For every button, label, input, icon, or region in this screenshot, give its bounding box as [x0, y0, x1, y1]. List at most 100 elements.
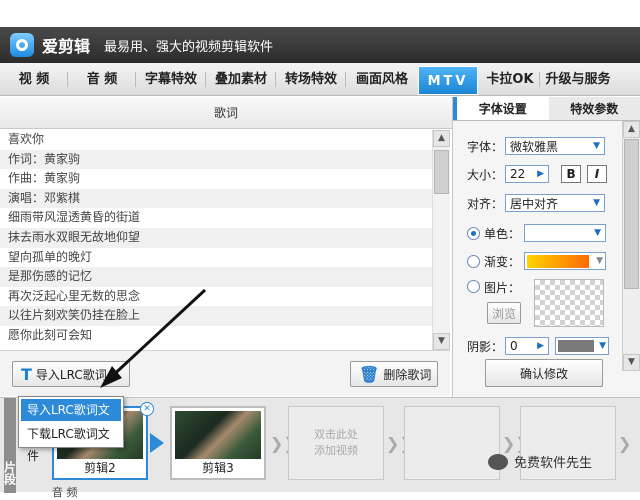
add-video-line1: 双击此处	[314, 428, 358, 441]
bold-button[interactable]: B	[561, 165, 581, 183]
size-value: 22	[510, 167, 525, 181]
import-lrc-label: 导入LRC歌词	[36, 366, 107, 383]
main-tab-bar: 视 频 音 频 字幕特效 叠加素材 转场特效 画面风格 MTV 卡拉OK 升级与…	[0, 63, 640, 96]
shadow-value: 0	[510, 339, 518, 353]
clip-card[interactable]: 剪辑3	[170, 406, 266, 480]
scroll-up-icon[interactable]: ▲	[433, 130, 450, 147]
tab-mtv[interactable]: MTV	[418, 66, 478, 95]
confirm-button[interactable]: 确认修改	[485, 359, 603, 387]
add-video-slot[interactable]: 双击此处添加视频	[288, 406, 384, 480]
title-bar: 爱剪辑 最易用、强大的视频剪辑软件	[0, 27, 640, 63]
gradient-radio[interactable]	[467, 255, 480, 268]
chevron-down-icon: ▼	[599, 341, 606, 351]
delete-lyrics-label: 删除歌词	[383, 366, 431, 383]
wechat-icon	[488, 454, 508, 470]
lyric-row[interactable]: 愿你此刻可会知	[0, 326, 432, 346]
align-value: 居中对齐	[510, 195, 558, 212]
shadow-label: 阴影：	[467, 338, 503, 355]
tab-effect-params[interactable]: 特效参数	[549, 97, 640, 120]
lyric-row[interactable]: 演唱：邓紫棋	[0, 189, 432, 209]
browse-button[interactable]: 浏览	[487, 302, 521, 324]
tab-subtitle-effects[interactable]: 字幕特效	[136, 63, 206, 96]
tab-audio[interactable]: 音 频	[68, 63, 136, 96]
watermark: 免费软件先生	[488, 452, 592, 471]
lyric-row[interactable]: 望向孤单的晚灯	[0, 248, 432, 268]
top-strip	[0, 0, 640, 27]
font-label: 字体：	[467, 138, 503, 155]
scroll-down-icon[interactable]: ▼	[433, 333, 450, 350]
size-label: 大小：	[467, 166, 503, 183]
italic-button[interactable]: I	[587, 165, 607, 183]
single-color-radio[interactable]	[467, 227, 480, 240]
tab-transition[interactable]: 转场特效	[276, 63, 346, 96]
shadow-color-swatch	[558, 340, 594, 352]
app-logo-icon	[10, 33, 34, 57]
lyrics-header: 歌词	[0, 97, 452, 129]
lyric-row[interactable]: 再次泛起心里无数的思念	[0, 287, 432, 307]
trash-icon: 🗑	[359, 365, 379, 384]
tab-video[interactable]: 视 频	[0, 63, 68, 96]
shadow-color-select[interactable]: ▼	[555, 337, 609, 355]
chevron-right-icon: ▶	[537, 341, 544, 351]
clips-side-label: 片段	[4, 398, 16, 493]
gradient-label: 渐变：	[484, 253, 520, 270]
lyric-row[interactable]: 细雨带风湿透黄昏的街道	[0, 208, 432, 228]
shadow-spinner[interactable]: 0 ▶	[505, 337, 549, 355]
tab-overlay[interactable]: 叠加素材	[206, 63, 276, 96]
chevron-down-icon: ▼	[594, 228, 601, 238]
chevron-down-icon: ▼	[593, 198, 600, 208]
single-color-label: 单色：	[484, 225, 520, 242]
font-value: 微软雅黑	[510, 138, 558, 155]
clip-name: 剪辑2	[54, 459, 146, 476]
lyric-row[interactable]: 以往片刻欢笑仍挂在脸上	[0, 306, 432, 326]
settings-scrollbar[interactable]: ▲ ▼	[622, 121, 640, 371]
arrow-right-icon	[150, 433, 164, 453]
text-t-icon: T	[21, 365, 32, 384]
lyric-row[interactable]: 作曲：黄家驹	[0, 169, 432, 189]
gradient-swatch	[527, 255, 589, 268]
chevron-down-icon: ▼	[593, 141, 600, 151]
add-video-line2: 添加视频	[314, 444, 358, 457]
close-icon[interactable]: ✕	[140, 402, 154, 416]
scroll-thumb[interactable]	[624, 139, 639, 289]
chevron-right-icon: ❯	[618, 434, 631, 453]
lrc-dropdown-menu: 导入LRC歌词文件 下载LRC歌词文件	[18, 396, 124, 448]
clip-name: 剪辑3	[172, 459, 264, 476]
font-select[interactable]: 微软雅黑 ▼	[505, 137, 605, 155]
delete-lyrics-button[interactable]: 🗑 删除歌词	[350, 361, 438, 387]
image-label: 图片：	[484, 279, 520, 296]
app-slogan: 最易用、强大的视频剪辑软件	[104, 36, 273, 55]
lyric-row[interactable]: 喜欢你	[0, 130, 432, 150]
lyric-row[interactable]: 是那伤感的记忆	[0, 267, 432, 287]
image-radio[interactable]	[467, 280, 480, 293]
scroll-up-icon[interactable]: ▲	[623, 121, 640, 138]
clip-thumbnail	[175, 411, 261, 459]
align-select[interactable]: 居中对齐 ▼	[505, 194, 605, 212]
clips-side-label-text: 片段	[2, 461, 19, 485]
settings-panel: 字体设置 特效参数 字体： 微软雅黑 ▼ 大小： 22 ▶ B I 对齐： 居中…	[452, 97, 640, 397]
lyric-row[interactable]: 抹去雨水双眼无故地仰望	[0, 228, 432, 248]
tab-upgrade-service[interactable]: 升级与服务	[540, 63, 616, 96]
import-lrc-button[interactable]: T 导入LRC歌词	[12, 361, 130, 387]
audio-track-label: 音 频	[52, 484, 78, 500]
lyrics-scrollbar[interactable]: ▲ ▼	[432, 130, 450, 350]
tab-karaoke[interactable]: 卡拉OK	[480, 63, 540, 96]
tab-picture-style[interactable]: 画面风格	[346, 63, 418, 96]
watermark-text: 免费软件先生	[514, 452, 592, 471]
lyric-row[interactable]: 作词：黄家驹	[0, 150, 432, 170]
settings-subtabs: 字体设置 特效参数	[453, 97, 640, 121]
chevron-down-icon: ▼	[596, 256, 603, 266]
empty-slot[interactable]	[404, 406, 500, 480]
gradient-select[interactable]: ▼	[524, 252, 606, 270]
menu-item-import-lrc[interactable]: 导入LRC歌词文件	[21, 399, 121, 421]
menu-item-download-lrc[interactable]: 下载LRC歌词文件	[21, 423, 121, 445]
image-preview[interactable]	[534, 279, 604, 327]
tab-font-settings[interactable]: 字体设置	[453, 97, 549, 120]
lyrics-list[interactable]: 喜欢你 作词：黄家驹 作曲：黄家驹 演唱：邓紫棋 细雨带风湿透黄昏的街道 抹去雨…	[0, 130, 432, 350]
scroll-thumb[interactable]	[434, 150, 449, 194]
app-name: 爱剪辑	[42, 33, 90, 57]
size-spinner[interactable]: 22 ▶	[505, 165, 549, 183]
scroll-down-icon[interactable]: ▼	[623, 354, 640, 371]
align-label: 对齐：	[467, 195, 503, 212]
single-color-select[interactable]: ▼	[524, 224, 606, 242]
